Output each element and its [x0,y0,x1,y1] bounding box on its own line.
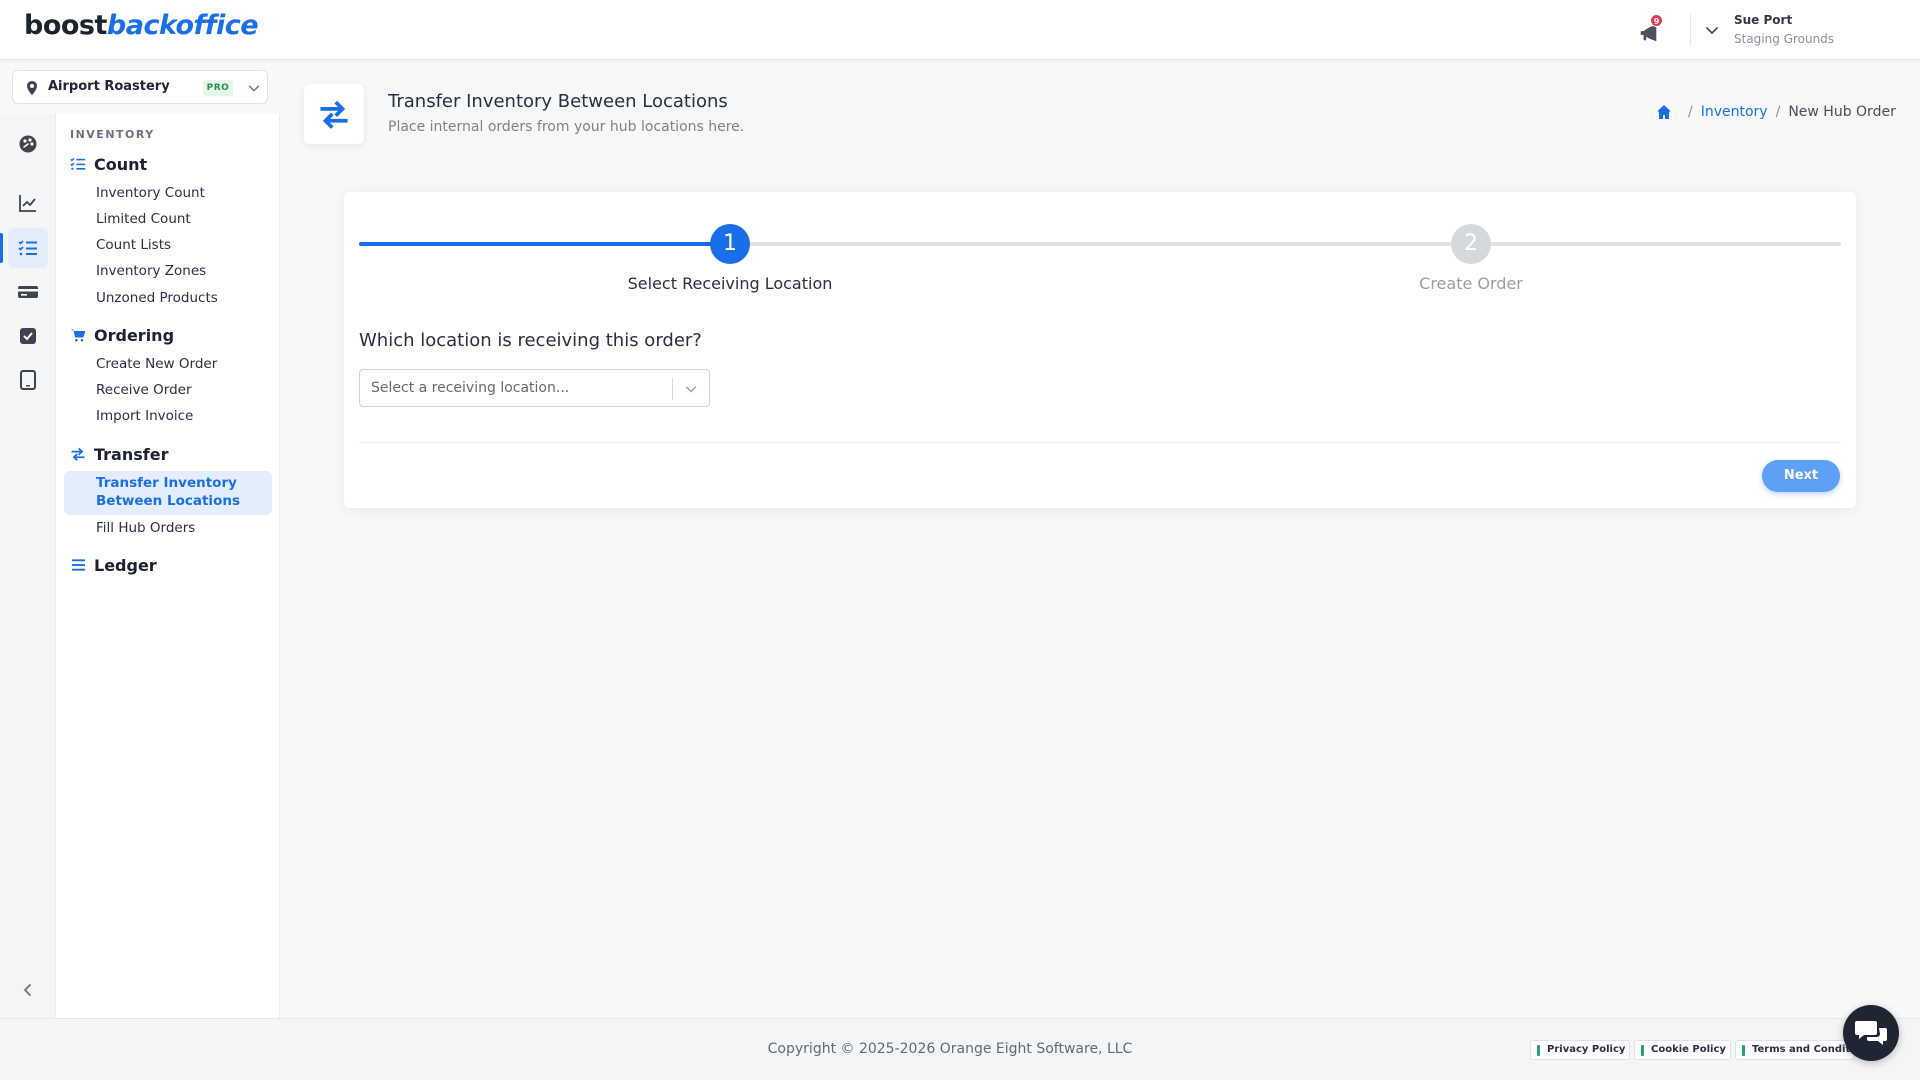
rail-inventory[interactable] [8,228,48,268]
location-selector[interactable]: Airport Roastery PRO [12,70,268,104]
announcements-button[interactable]: 9 [1636,14,1663,44]
page-subtitle: Place internal orders from your hub loca… [388,119,745,135]
menu-group-ordering[interactable]: Ordering [70,324,174,346]
terms-link[interactable]: Terms and Conditions [1735,1040,1855,1060]
rail-dashboard[interactable] [8,124,48,164]
menu-item-import-invoice[interactable]: Import Invoice [96,408,193,424]
step-2-indicator: 2 [1451,224,1491,264]
step-progress-track [724,242,1841,246]
next-button[interactable]: Next [1762,460,1840,492]
menu-item-inventory-count[interactable]: Inventory Count [96,185,205,201]
receiving-location-select[interactable]: Select a receiving location... [359,369,710,407]
rail-active-indicator [0,233,3,263]
menu-group-title: Transfer [94,444,169,464]
list-check-icon [70,156,86,172]
location-question: Which location is receiving this order? [359,330,702,351]
chevron-down-icon [248,85,260,92]
chevron-down-icon[interactable] [1704,22,1720,38]
brand-logo[interactable]: boostbackoffice [24,10,259,41]
user-location: Staging Grounds [1734,32,1835,46]
wizard-card: 1 Select Receiving Location 2 Create Ord… [344,192,1856,508]
menu-group-title: Ordering [94,325,175,345]
menu-section-title: INVENTORY [70,128,155,141]
notification-badge: 9 [1650,14,1663,27]
chevron-left-icon[interactable] [18,980,38,1000]
cart-icon [70,327,86,343]
menu-item-fill-hub-orders[interactable]: Fill Hub Orders [96,520,195,536]
step-2-label: Create Order [1419,274,1523,293]
card-divider [359,442,1841,443]
chart-line-icon [19,195,36,212]
menu-item-transfer-inventory-label: Transfer Inventory Between Locations [96,475,240,509]
step-1-label: Select Receiving Location [627,274,833,293]
menu-item-create-new-order[interactable]: Create New Order [96,356,217,372]
breadcrumb: / Inventory / New Hub Order [1656,102,1896,122]
menu-item-unzoned-products[interactable]: Unzoned Products [96,290,218,306]
breadcrumb-current: New Hub Order [1788,104,1896,120]
palette-icon [19,135,37,153]
select-placeholder: Select a receiving location... [371,380,570,396]
divider [1690,14,1691,46]
list-icon [70,557,86,573]
top-bar: boostbackoffice 9 Sue Port Staging Groun… [0,0,1920,60]
rail-payments[interactable] [8,272,48,312]
menu-group-ledger[interactable]: Ledger [70,554,157,576]
checkbox-icon [20,328,36,344]
select-divider [672,378,673,400]
icon-rail [0,114,56,1018]
breadcrumb-link-inventory[interactable]: Inventory [1701,104,1768,120]
page-icon-box [304,84,364,144]
menu-group-count[interactable]: Count [70,153,147,175]
location-name: Airport Roastery [48,79,170,94]
map-pin-icon [27,81,37,95]
menu-group-title: Ledger [94,555,157,575]
menu-item-inventory-zones[interactable]: Inventory Zones [96,263,206,279]
privacy-policy-link[interactable]: Privacy Policy [1530,1040,1630,1060]
step-1-indicator: 1 [710,224,750,264]
pro-badge: PRO [203,80,233,96]
menu-group-title: Count [94,154,148,174]
breadcrumb-separator: / [1688,104,1693,120]
home-icon[interactable] [1656,104,1672,120]
user-name[interactable]: Sue Port [1734,13,1792,27]
breadcrumb-separator: / [1775,104,1781,120]
transfer-arrows-icon [320,100,348,129]
cookie-policy-link[interactable]: Cookie Policy [1634,1040,1731,1060]
menu-item-receive-order[interactable]: Receive Order [96,382,192,398]
card-icon [18,286,38,298]
list-check-icon [18,240,37,256]
menu-item-count-lists[interactable]: Count Lists [96,237,171,253]
footer: Copyright © 2025-2026 Orange Eight Softw… [0,1018,1920,1080]
page-title: Transfer Inventory Between Locations [388,91,728,112]
rail-devices[interactable] [8,360,48,400]
transfer-arrows-icon [70,446,86,462]
menu-group-transfer[interactable]: Transfer [70,443,168,465]
chat-icon [1855,1021,1887,1045]
menu-item-limited-count[interactable]: Limited Count [96,211,191,227]
step-progress-filled [359,242,724,246]
chat-button[interactable] [1843,1005,1899,1061]
sidebar-menu: INVENTORY Count Inventory Count Limited … [56,114,280,1018]
rail-tasks[interactable] [8,316,48,356]
rail-reports[interactable] [8,183,48,223]
chevron-down-icon[interactable] [684,382,698,396]
tablet-icon [20,370,36,390]
